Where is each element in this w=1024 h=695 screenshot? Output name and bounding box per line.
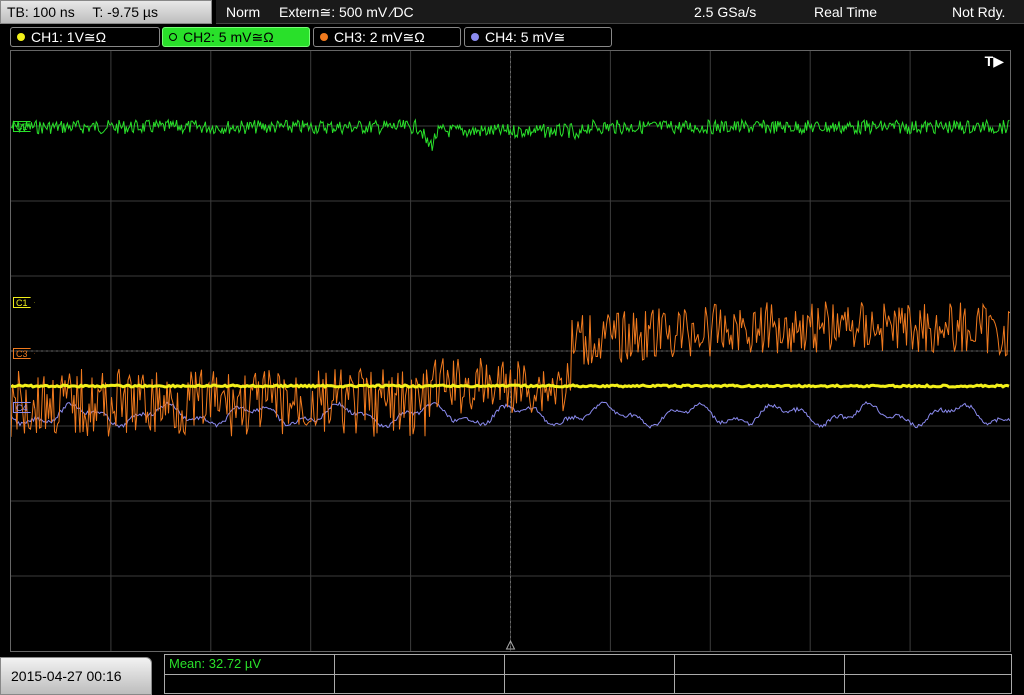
waveform-display[interactable]: T▶ C1 C2 C3 C4	[10, 50, 1011, 652]
trigger-source[interactable]: Extern≅: 500 mV ⁄DC	[279, 0, 414, 24]
measurement-cell	[335, 655, 505, 674]
ch1-offset-marker[interactable]: C1	[13, 297, 35, 308]
ch4-offset-marker[interactable]: C4	[13, 402, 35, 413]
timebase-value: TB: 100 ns	[7, 4, 75, 20]
measurement-row: Mean: 32.72 µV	[165, 655, 1011, 674]
timebase-box[interactable]: TB: 100 ns T: -9.75 µs	[0, 0, 212, 24]
tab-ch1-label: CH1: 1V≅Ω	[31, 29, 107, 45]
measurement-cell	[335, 675, 505, 694]
graticule	[11, 51, 1010, 651]
measurement-table[interactable]: Mean: 32.72 µV	[164, 654, 1012, 694]
tab-ch2-label: CH2: 5 mV≅Ω	[183, 29, 274, 45]
trigger-status: Not Rdy.	[952, 4, 1006, 20]
ch1-waveform	[11, 383, 1010, 389]
ch4-color-icon	[471, 33, 479, 41]
waveform-canvas	[11, 51, 1010, 651]
tab-ch1[interactable]: CH1: 1V≅Ω	[10, 27, 160, 47]
measurement-cell	[505, 655, 675, 674]
ch2-color-icon	[169, 33, 177, 41]
ch2-offset-marker[interactable]: C2	[13, 121, 35, 132]
sample-rate[interactable]: 2.5 GSa/s	[694, 0, 756, 24]
measurement-mean[interactable]: Mean: 32.72 µV	[165, 655, 335, 674]
tab-ch2[interactable]: CH2: 5 mV≅Ω	[162, 27, 310, 47]
datetime-display: 2015-04-27 00:16	[0, 657, 152, 695]
trigger-position-marker[interactable]: T▶	[985, 53, 1004, 70]
ch3-offset-marker[interactable]: C3	[13, 348, 35, 359]
trigger-time-value: T: -9.75 µs	[92, 4, 158, 20]
tab-ch4-label: CH4: 5 mV≅	[485, 29, 566, 45]
ch3-color-icon	[320, 33, 328, 41]
measurement-cell	[675, 675, 845, 694]
tab-ch4[interactable]: CH4: 5 mV≅	[464, 27, 612, 47]
measurement-cell	[165, 675, 335, 694]
tab-ch3[interactable]: CH3: 2 mV≅Ω	[313, 27, 461, 47]
measurement-row	[165, 674, 1011, 694]
acquisition-type: Real Time	[814, 4, 878, 20]
trigger-mode[interactable]: Norm	[226, 0, 260, 24]
channel-tabs: CH1: 1V≅Ω CH2: 5 mV≅Ω CH3: 2 mV≅Ω CH4: 5…	[0, 27, 1024, 49]
ch1-color-icon	[17, 33, 25, 41]
measurement-cell	[675, 655, 845, 674]
acquisition-bar: Norm Extern≅: 500 mV ⁄DC 2.5 GSa/s Real …	[216, 0, 1024, 24]
measurement-cell	[845, 655, 1011, 674]
measurement-cell	[505, 675, 675, 694]
status-bar: TB: 100 ns T: -9.75 µs Norm Extern≅: 500…	[0, 0, 1024, 26]
tab-ch3-label: CH3: 2 mV≅Ω	[334, 29, 425, 45]
measurement-cell	[845, 675, 1011, 694]
